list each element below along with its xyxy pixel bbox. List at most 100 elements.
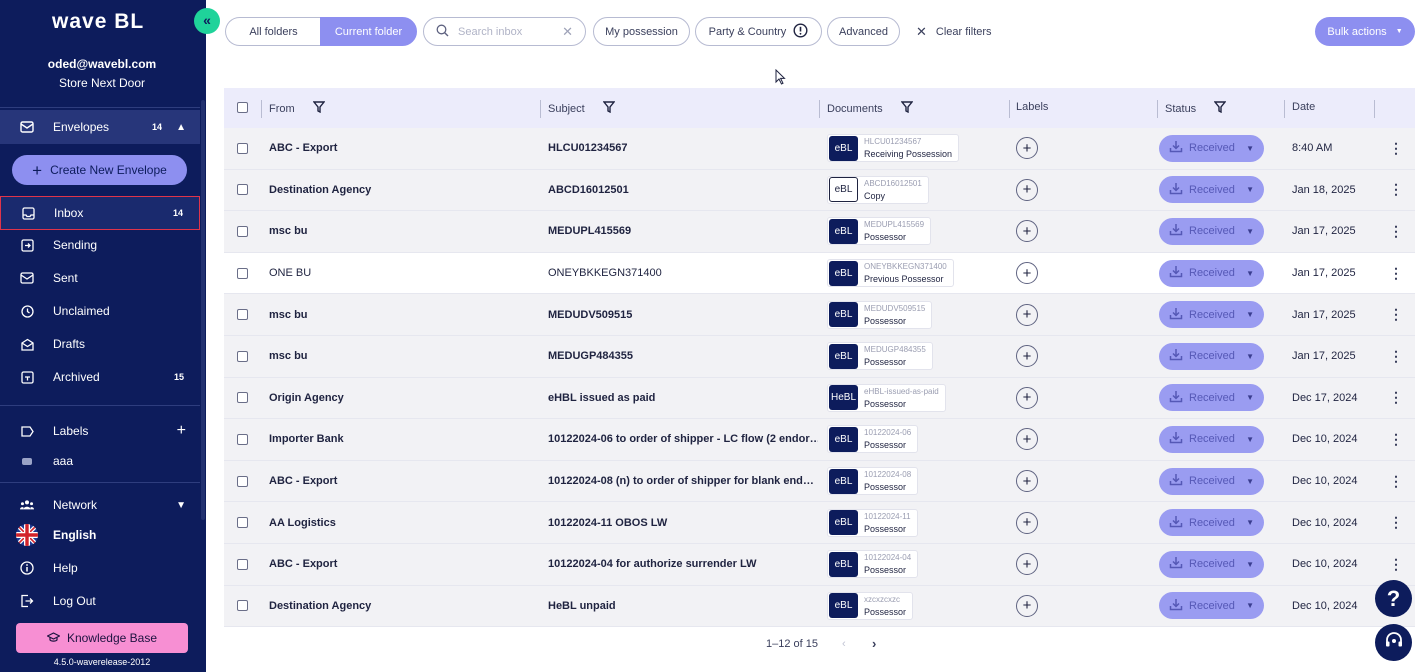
- prev-page-icon[interactable]: ‹: [842, 638, 846, 650]
- table-row[interactable]: msc bu MEDUPL415569 eBL MEDUPL415569 Possess…: [224, 211, 1415, 253]
- create-new-envelope-button[interactable]: + Create New Envelope: [12, 155, 187, 185]
- party-country-filter[interactable]: Party & Country: [695, 17, 822, 46]
- table-row[interactable]: Destination Agency ABCD16012501 eBL ABCD160…: [224, 169, 1415, 212]
- row-checkbox[interactable]: [237, 378, 248, 419]
- sidebar-item-envelopes[interactable]: Envelopes 14 ▲: [0, 111, 200, 143]
- table-row[interactable]: AA Logistics 10122024-11 OBOS LW eBL 101220…: [224, 502, 1415, 544]
- sidebar-item-drafts[interactable]: Drafts: [0, 328, 200, 360]
- row-checkbox[interactable]: [237, 170, 248, 211]
- column-date[interactable]: Date: [1292, 101, 1315, 113]
- row-checkbox[interactable]: [237, 211, 248, 252]
- status-dropdown[interactable]: Received ▼: [1159, 336, 1264, 377]
- more-actions-icon[interactable]: ⋮: [1389, 170, 1403, 211]
- table-row[interactable]: ABC - Export 10122024-08 (n) to order of …: [224, 460, 1415, 503]
- status-dropdown[interactable]: Received ▼: [1159, 419, 1264, 460]
- sidebar-item-sending[interactable]: Sending: [0, 229, 200, 261]
- filter-icon[interactable]: [312, 101, 326, 116]
- add-label-button[interactable]: +: [1016, 211, 1038, 252]
- filter-icon[interactable]: [602, 101, 616, 116]
- all-folders-toggle[interactable]: All folders: [225, 17, 321, 46]
- more-actions-icon[interactable]: ⋮: [1389, 128, 1403, 169]
- more-actions-icon[interactable]: ⋮: [1389, 378, 1403, 419]
- add-label-button[interactable]: +: [1016, 170, 1038, 211]
- row-checkbox[interactable]: [237, 294, 248, 335]
- support-chat-button[interactable]: [1375, 624, 1412, 661]
- document-chip[interactable]: eBL 10122024-08 Possessor: [827, 461, 919, 502]
- document-chip[interactable]: eBL MEDUDV509515 Possessor: [827, 294, 933, 335]
- add-label-button[interactable]: +: [1016, 378, 1038, 419]
- sidebar-scrollbar[interactable]: [201, 100, 205, 520]
- document-chip[interactable]: eBL 10122024-04 Possessor: [827, 544, 919, 585]
- status-dropdown[interactable]: Received ▼: [1159, 544, 1264, 585]
- bulk-actions-button[interactable]: Bulk actions ▼: [1315, 17, 1415, 46]
- row-checkbox[interactable]: [237, 253, 248, 294]
- row-checkbox[interactable]: [237, 336, 248, 377]
- column-subject[interactable]: Subject: [548, 101, 616, 116]
- sidebar-item-inbox[interactable]: Inbox 14: [0, 196, 200, 230]
- document-chip[interactable]: eBL 10122024-11 Possessor: [827, 502, 918, 543]
- add-label-button[interactable]: +: [1016, 419, 1038, 460]
- more-actions-icon[interactable]: ⋮: [1389, 253, 1403, 294]
- more-actions-icon[interactable]: ⋮: [1389, 211, 1403, 252]
- document-chip[interactable]: eBL ABCD16012501 Copy: [827, 170, 929, 211]
- add-label-icon[interactable]: +: [177, 422, 186, 440]
- document-chip[interactable]: HeBL eHBL-issued-as-paid Possessor: [827, 378, 946, 419]
- row-checkbox[interactable]: [237, 128, 248, 169]
- more-actions-icon[interactable]: ⋮: [1389, 419, 1403, 460]
- document-chip[interactable]: eBL 10122024-06 Possessor: [827, 419, 919, 460]
- add-label-button[interactable]: +: [1016, 128, 1038, 169]
- help-fab-button[interactable]: ?: [1375, 580, 1412, 617]
- label-item-aaa[interactable]: aaa: [0, 445, 200, 477]
- current-folder-toggle[interactable]: Current folder: [320, 17, 417, 46]
- filter-icon[interactable]: [900, 101, 914, 116]
- table-row[interactable]: Origin Agency eHBL issued as paid HeBL eHBL…: [224, 377, 1415, 420]
- clear-filters-button[interactable]: ✕ Clear filters: [916, 24, 992, 40]
- add-label-button[interactable]: +: [1016, 461, 1038, 502]
- row-checkbox[interactable]: [237, 544, 248, 585]
- column-documents[interactable]: Documents: [827, 101, 914, 116]
- more-actions-icon[interactable]: ⋮: [1389, 294, 1403, 335]
- sidebar-item-help[interactable]: Help: [0, 552, 200, 584]
- add-label-button[interactable]: +: [1016, 294, 1038, 335]
- status-dropdown[interactable]: Received ▼: [1159, 502, 1264, 543]
- sidebar-item-network[interactable]: Network ▼: [0, 489, 200, 521]
- more-actions-icon[interactable]: ⋮: [1389, 544, 1403, 585]
- document-chip[interactable]: eBL ONEYBKKEGN371400 Previous Possessor: [827, 253, 954, 294]
- status-dropdown[interactable]: Received ▼: [1159, 170, 1264, 211]
- table-row[interactable]: msc bu MEDUGP484355 eBL MEDUGP484355 Possess…: [224, 336, 1415, 378]
- sidebar-item-sent[interactable]: Sent: [0, 262, 200, 294]
- document-chip[interactable]: eBL HLCU01234567 Receiving Possession: [827, 128, 960, 169]
- knowledge-base-button[interactable]: Knowledge Base: [16, 623, 188, 653]
- table-row[interactable]: Importer Bank 10122024-06 to order of shi…: [224, 419, 1415, 461]
- status-dropdown[interactable]: Received ▼: [1159, 294, 1264, 335]
- more-actions-icon[interactable]: ⋮: [1389, 461, 1403, 502]
- filter-icon[interactable]: [1213, 101, 1227, 116]
- document-chip[interactable]: eBL MEDUGP484355 Possessor: [827, 336, 933, 377]
- select-all-checkbox[interactable]: [237, 102, 248, 113]
- status-dropdown[interactable]: Received ▼: [1159, 461, 1264, 502]
- table-row[interactable]: ABC - Export HLCU01234567 eBL HLCU01234567 R…: [224, 128, 1415, 170]
- table-row[interactable]: ABC - Export 10122024-04 for authorize su…: [224, 544, 1415, 586]
- add-label-button[interactable]: +: [1016, 253, 1038, 294]
- document-chip[interactable]: eBL xzcxzcxzc Possessor: [827, 586, 914, 627]
- row-checkbox[interactable]: [237, 586, 248, 627]
- add-label-button[interactable]: +: [1016, 502, 1038, 543]
- add-label-button[interactable]: +: [1016, 586, 1038, 627]
- more-actions-icon[interactable]: ⋮: [1389, 336, 1403, 377]
- status-dropdown[interactable]: Received ▼: [1159, 253, 1264, 294]
- my-possession-filter[interactable]: My possession: [593, 17, 690, 46]
- column-from[interactable]: From: [269, 101, 326, 116]
- add-label-button[interactable]: +: [1016, 544, 1038, 585]
- row-checkbox[interactable]: [237, 419, 248, 460]
- language-selector[interactable]: English: [0, 519, 200, 551]
- document-chip[interactable]: eBL MEDUPL415569 Possessor: [827, 211, 932, 252]
- status-dropdown[interactable]: Received ▼: [1159, 586, 1264, 627]
- table-row[interactable]: Destination Agency HeBL unpaid eBL xzcxzcxz…: [224, 585, 1415, 628]
- row-checkbox[interactable]: [237, 502, 248, 543]
- sidebar-item-unclaimed[interactable]: Unclaimed: [0, 295, 200, 327]
- more-actions-icon[interactable]: ⋮: [1389, 502, 1403, 543]
- row-checkbox[interactable]: [237, 461, 248, 502]
- table-row[interactable]: msc bu MEDUDV509515 eBL MEDUDV509515 Possess…: [224, 294, 1415, 336]
- advanced-filter[interactable]: Advanced: [827, 17, 900, 46]
- status-dropdown[interactable]: Received ▼: [1159, 128, 1264, 169]
